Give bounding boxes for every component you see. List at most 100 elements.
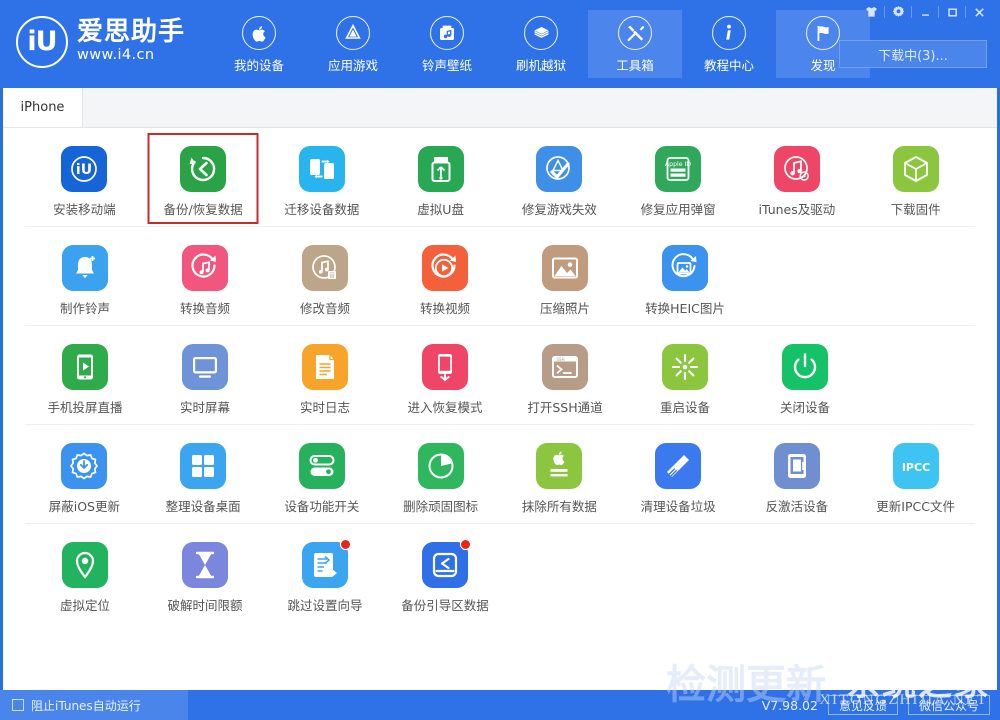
tool-migrate-data[interactable]: 迁移设备数据 <box>263 142 382 218</box>
nav-item-label: 铃声壁纸 <box>421 58 472 73</box>
tool-icon-wrapper: Apple ID <box>655 146 702 192</box>
tool-i4-mobile[interactable]: iU 安装移动端 <box>25 142 144 218</box>
tool-ipcc-file[interactable]: IPCC 更新IPCC文件 <box>856 439 975 515</box>
tool-arrange-desktop[interactable]: 整理设备桌面 <box>144 439 263 515</box>
tool-reboot-device[interactable]: 重启设备 <box>625 340 745 416</box>
tool-icon-wrapper <box>62 344 108 390</box>
tool-virtual-location[interactable]: 虚拟定位 <box>25 538 145 614</box>
tool-power-off[interactable]: 关闭设备 <box>745 340 865 416</box>
fix-game-icon <box>536 146 583 192</box>
tool-ssh-terminal[interactable]: SSH 打开SSH通道 <box>505 340 625 416</box>
tool-block-ios-update[interactable]: 屏蔽iOS更新 <box>25 439 144 515</box>
tool-convert-heic[interactable]: 转换HEIC图片 <box>625 241 745 317</box>
tool-delete-stubborn[interactable]: 删除顽固图标 <box>381 439 500 515</box>
settings-gear-icon[interactable] <box>885 2 911 22</box>
tool-label: 实时日志 <box>299 400 350 415</box>
app-version: V7.98.02 <box>761 697 818 713</box>
power-off-icon <box>782 344 828 390</box>
tool-backup-restore[interactable]: 备份/恢复数据 <box>144 133 263 224</box>
wechat-official-account-button[interactable]: 微信公众号 <box>907 695 990 715</box>
tool-recovery-mode[interactable]: 进入恢复模式 <box>385 340 505 416</box>
minimize-icon[interactable] <box>912 2 938 22</box>
apple-icon <box>242 16 276 50</box>
tool-convert-audio[interactable]: 转换音频 <box>145 241 265 317</box>
tool-icon-wrapper <box>655 443 702 489</box>
tab-iphone[interactable]: iPhone <box>3 88 83 127</box>
tool-fix-game[interactable]: 修复游戏失效 <box>500 142 619 218</box>
logo-url: www.i4.cn <box>77 47 155 64</box>
maximize-icon[interactable] <box>939 2 965 22</box>
tool-deactivate-device[interactable]: 反激活设备 <box>738 439 857 515</box>
i4-mobile-icon: iU <box>61 146 108 192</box>
tool-icon-wrapper <box>542 245 588 291</box>
tool-convert-video[interactable]: 转换视频 <box>385 241 505 317</box>
main-panel: iPhone iU 安装移动端 备份/恢复数据 迁移设备数据 虚拟U盘 修复游戏失效 App… <box>3 88 997 690</box>
main-nav: 我的设备 应用游戏 铃声壁纸 刷机越狱 工具箱 教程中心 发现 <box>212 10 870 78</box>
tool-icon-wrapper <box>302 539 351 588</box>
tool-label: 转换HEIC图片 <box>645 301 725 316</box>
tool-make-ringtone[interactable]: 制作铃声 <box>25 241 145 317</box>
tool-label: 备份引导区数据 <box>401 598 489 613</box>
nav-item-label: 我的设备 <box>233 58 284 73</box>
tool-feature-toggle[interactable]: 设备功能开关 <box>263 439 382 515</box>
tool-crack-time-limit[interactable]: 破解时间限额 <box>145 538 265 614</box>
tool-usb-drive[interactable]: 虚拟U盘 <box>381 142 500 218</box>
tool-label: 安装移动端 <box>53 202 116 217</box>
device-tabbar: iPhone <box>3 88 997 128</box>
tool-label: 转换视频 <box>419 301 470 316</box>
block-itunes-checkbox[interactable] <box>12 699 24 711</box>
toolbox-row: 虚拟定位 破解时间限额 跳过设置向导 备份引导区数据 <box>25 524 975 622</box>
status-bar-right: V7.98.02 意见反馈 微信公众号 <box>762 695 1000 715</box>
tool-icon-wrapper <box>892 146 939 192</box>
svg-text:IPCC: IPCC <box>901 461 929 474</box>
tool-icon-wrapper: iU <box>61 146 108 192</box>
tool-realtime-screen[interactable]: 实时屏幕 <box>145 340 265 416</box>
nav-item-label: 刷机越狱 <box>515 58 566 73</box>
tool-screen-cast[interactable]: 手机投屏直播 <box>25 340 145 416</box>
tool-label: 抹除所有数据 <box>521 499 597 514</box>
app-logo: iU 爱思助手 www.i4.cn <box>16 16 206 68</box>
feedback-button[interactable]: 意见反馈 <box>827 695 898 715</box>
tool-erase-all-data[interactable]: 抹除所有数据 <box>500 439 619 515</box>
tool-label: 修改音频 <box>299 301 350 316</box>
realtime-screen-icon <box>182 344 228 390</box>
status-bar: 阻止iTunes自动运行 V7.98.02 意见反馈 微信公众号 检测更新 系统… <box>0 662 1000 720</box>
tool-edit-audio[interactable]: 音修改音频 <box>265 241 385 317</box>
tool-skip-setup-wizard[interactable]: 跳过设置向导 <box>265 538 385 614</box>
toolbox-row: 手机投屏直播 实时屏幕 实时日志 进入恢复模式 SSH 打开SSH通道 重启设备 关闭设备 <box>25 326 975 425</box>
tool-backup-boot-data[interactable]: 备份引导区数据 <box>385 538 505 614</box>
usb-drive-icon <box>417 146 464 192</box>
convert-video-icon <box>422 245 468 291</box>
tool-icon-wrapper <box>302 344 348 390</box>
feature-toggle-icon <box>298 443 345 489</box>
svg-text:iU: iU <box>76 162 92 178</box>
tool-firmware-box[interactable]: 下载固件 <box>856 142 975 218</box>
tool-icon-wrapper <box>773 146 820 192</box>
tool-itunes-driver[interactable]: iTunes及驱动 <box>738 142 857 218</box>
nav-item-info[interactable]: 教程中心 <box>682 10 776 78</box>
close-icon[interactable] <box>966 2 992 22</box>
nav-item-flash-jailbreak[interactable]: 刷机越狱 <box>494 10 588 78</box>
tool-icon-wrapper <box>298 146 345 192</box>
tool-label: 压缩照片 <box>539 301 590 316</box>
tool-icon-wrapper <box>773 443 820 489</box>
new-badge-dot <box>340 539 351 550</box>
tool-icon-wrapper <box>182 245 228 291</box>
download-status-button[interactable]: 下载中(3)... <box>839 40 987 68</box>
nav-item-appstore[interactable]: 应用游戏 <box>306 10 400 78</box>
make-ringtone-icon <box>62 245 108 291</box>
tool-fix-appleid-popup[interactable]: Apple ID 修复应用弹窗 <box>619 142 738 218</box>
tool-realtime-log[interactable]: 实时日志 <box>265 340 385 416</box>
tool-compress-photo[interactable]: 压缩照片 <box>505 241 625 317</box>
skin-icon[interactable] <box>858 2 884 22</box>
block-itunes-toggle[interactable]: 阻止iTunes自动运行 <box>0 690 188 720</box>
tool-icon-wrapper <box>422 245 468 291</box>
tool-label: 设备功能开关 <box>284 499 360 514</box>
nav-item-apple[interactable]: 我的设备 <box>212 10 306 78</box>
block-ios-update-icon <box>61 443 108 489</box>
tool-clean-junk[interactable]: 清理设备垃圾 <box>619 439 738 515</box>
nav-item-ringtone-wallpaper[interactable]: 铃声壁纸 <box>400 10 494 78</box>
tool-label: 修复应用弹窗 <box>640 202 716 217</box>
compress-photo-icon <box>542 245 588 291</box>
nav-item-toolbox[interactable]: 工具箱 <box>588 10 682 78</box>
